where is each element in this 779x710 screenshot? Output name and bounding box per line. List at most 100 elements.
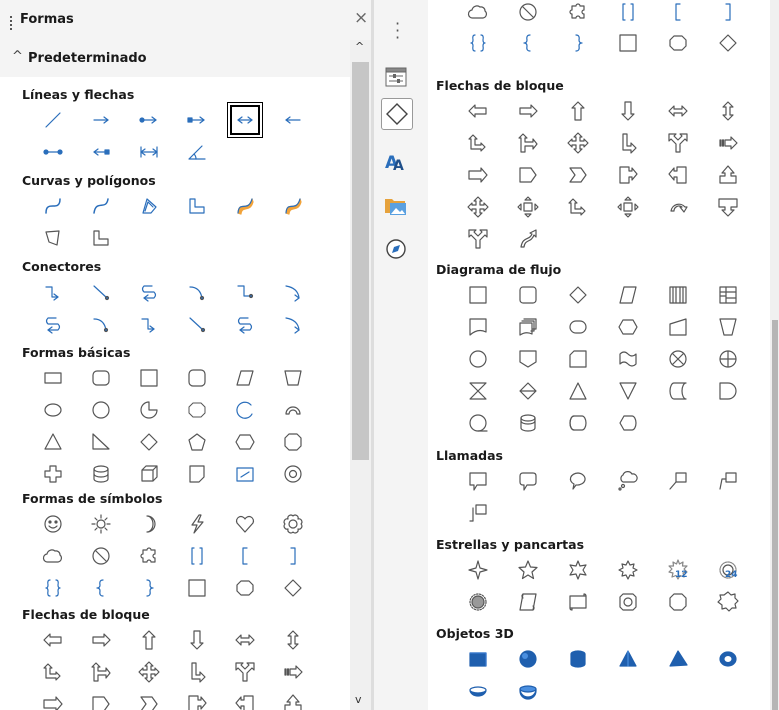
conn4-shape[interactable] (88, 311, 114, 337)
b3d6-shape[interactable] (715, 646, 741, 672)
navigator-deck-icon[interactable] (381, 234, 411, 264)
category-header[interactable]: ^ Predeterminado (0, 40, 350, 77)
fAlt-shape[interactable] (515, 282, 541, 308)
conn6-shape[interactable] (280, 311, 306, 337)
oct2-shape[interactable] (665, 589, 691, 615)
callU-shape[interactable] (280, 691, 306, 710)
fMagDisk-shape[interactable] (515, 410, 541, 436)
bRsmall-shape[interactable] (40, 691, 66, 710)
fDecision-shape[interactable] (565, 282, 591, 308)
fManual-shape[interactable] (665, 314, 691, 340)
b3d2-shape[interactable] (515, 646, 541, 672)
b3d1-shape[interactable] (465, 646, 491, 672)
cube-shape[interactable] (136, 461, 162, 487)
lbracket-shape[interactable] (665, 0, 691, 25)
cCloud-shape[interactable] (615, 468, 641, 494)
styles-deck-icon[interactable]: AA (381, 146, 411, 176)
bCorner-shape[interactable] (184, 659, 210, 685)
fDisplay-shape[interactable] (615, 410, 641, 436)
dbrace-shape[interactable] (465, 30, 491, 56)
chevron-shape[interactable] (565, 162, 591, 188)
can-shape[interactable] (88, 461, 114, 487)
lbrace-shape[interactable] (88, 575, 114, 601)
fSort-shape[interactable] (515, 378, 541, 404)
pieC-shape[interactable] (136, 397, 162, 423)
gallery-deck-icon[interactable] (381, 190, 411, 220)
bStripe-shape[interactable] (280, 659, 306, 685)
dotSq-shape[interactable] (88, 139, 114, 165)
cRRect-shape[interactable] (515, 468, 541, 494)
cross-shape[interactable] (40, 461, 66, 487)
puzzle-shape[interactable] (565, 0, 591, 25)
fDelay-shape[interactable] (715, 378, 741, 404)
drag-grip-icon[interactable] (10, 16, 14, 30)
diamondG-shape[interactable] (715, 30, 741, 56)
bD-shape[interactable] (184, 627, 210, 653)
circle-shape[interactable] (88, 397, 114, 423)
curve2-shape[interactable] (88, 193, 114, 219)
bU-shape[interactable] (136, 627, 162, 653)
s24-shape[interactable]: 24 (715, 557, 741, 583)
pentR-shape[interactable] (515, 162, 541, 188)
squareG-shape[interactable] (615, 30, 641, 56)
blockArc-shape[interactable] (280, 397, 306, 423)
sExpl-shape[interactable] (465, 589, 491, 615)
bLR-shape[interactable] (232, 627, 258, 653)
arc-shape[interactable] (232, 397, 258, 423)
fMultiDoc-shape[interactable] (515, 314, 541, 340)
cLine3-shape[interactable] (465, 500, 491, 526)
circArrow-shape[interactable] (665, 194, 691, 220)
fCollate-shape[interactable] (465, 378, 491, 404)
bCallD-shape[interactable] (715, 194, 741, 220)
s12-shape[interactable]: 12 (665, 557, 691, 583)
rbrace-shape[interactable] (565, 30, 591, 56)
fSumJ-shape[interactable] (665, 346, 691, 372)
s5-shape[interactable] (515, 557, 541, 583)
fProcess-shape[interactable] (465, 282, 491, 308)
doubleArrow-shape[interactable] (230, 105, 260, 135)
pentR-shape[interactable] (88, 691, 114, 710)
s8-shape[interactable] (615, 557, 641, 583)
rect-shape[interactable] (40, 365, 66, 391)
conn6-shape[interactable] (280, 279, 306, 305)
fOr-shape[interactable] (715, 346, 741, 372)
dotDot-shape[interactable] (40, 139, 66, 165)
fDirect-shape[interactable] (565, 410, 591, 436)
fTerm-shape[interactable] (565, 314, 591, 340)
bL-shape[interactable] (465, 98, 491, 124)
bCorner-shape[interactable] (615, 130, 641, 156)
bSplitT-shape[interactable] (465, 226, 491, 252)
bR-shape[interactable] (515, 98, 541, 124)
rbracket-shape[interactable] (715, 0, 741, 25)
polyGray-shape[interactable] (40, 225, 66, 251)
conn3-shape[interactable] (136, 279, 162, 305)
diamond-shape[interactable] (136, 429, 162, 455)
call4b-shape[interactable] (465, 194, 491, 220)
bLR-shape[interactable] (665, 98, 691, 124)
callL-shape[interactable] (665, 162, 691, 188)
left-scrollbar[interactable]: ^ v (350, 40, 371, 710)
para-shape[interactable] (232, 365, 258, 391)
fConn-shape[interactable] (465, 346, 491, 372)
smiley-shape[interactable] (40, 511, 66, 537)
bD-shape[interactable] (615, 98, 641, 124)
right-scrollbar-thumb[interactable] (772, 320, 778, 710)
fData-shape[interactable] (615, 282, 641, 308)
b3d4-shape[interactable] (615, 646, 641, 672)
callL-shape[interactable] (232, 691, 258, 710)
right-scrollbar[interactable] (770, 0, 779, 710)
bUD-shape[interactable] (280, 627, 306, 653)
bR-shape[interactable] (88, 627, 114, 653)
conn5-shape[interactable] (232, 279, 258, 305)
moon-shape[interactable] (136, 511, 162, 537)
folded-shape[interactable] (184, 461, 210, 487)
conn1-shape[interactable] (40, 279, 66, 305)
shapes-deck-icon[interactable] (381, 98, 413, 130)
triangle-shape[interactable] (40, 429, 66, 455)
seal-shape[interactable] (715, 589, 741, 615)
callR-shape[interactable] (184, 691, 210, 710)
conn2-shape[interactable] (88, 279, 114, 305)
bU-shape[interactable] (565, 98, 591, 124)
call4-shape[interactable] (615, 194, 641, 220)
bLU-shape[interactable] (565, 194, 591, 220)
